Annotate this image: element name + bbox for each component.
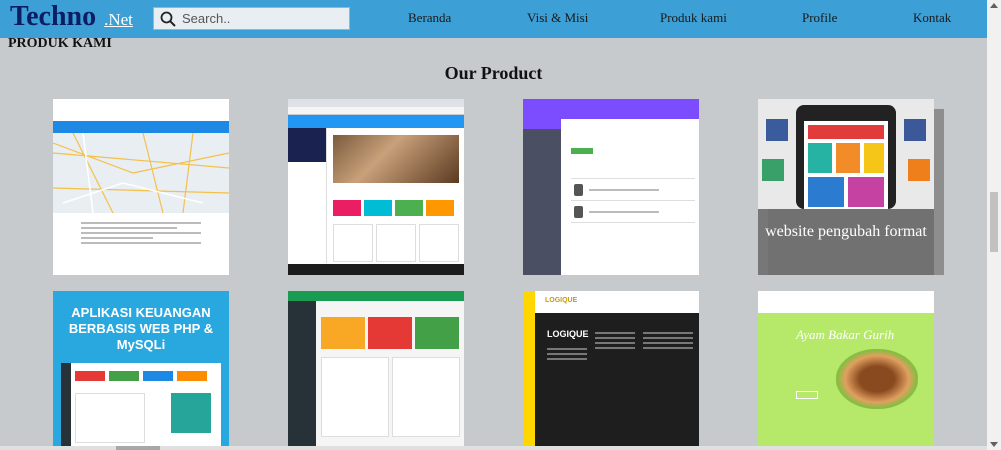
nav-visi-misi[interactable]: Visi & Misi bbox=[527, 10, 588, 26]
product-thumbnail: Ayam Bakar Gurih bbox=[758, 291, 934, 450]
product-card-logique[interactable]: LOGIQUE LOGIQUE bbox=[523, 291, 699, 450]
food-image bbox=[836, 349, 918, 409]
product-card-map[interactable] bbox=[53, 99, 229, 275]
scroll-up-icon[interactable] bbox=[990, 3, 998, 8]
product-card-dashboard[interactable] bbox=[288, 99, 464, 275]
search-icon[interactable] bbox=[154, 7, 182, 30]
product-thumbnail bbox=[288, 99, 464, 275]
brand-suffix[interactable]: .Net bbox=[104, 10, 133, 29]
scroll-down-icon[interactable] bbox=[990, 442, 998, 447]
map-image bbox=[53, 132, 229, 214]
banner-image bbox=[333, 135, 459, 183]
section-title: PRODUK KAMI bbox=[8, 36, 112, 51]
product-thumbnail: LOGIQUE LOGIQUE bbox=[523, 291, 699, 450]
search-box[interactable] bbox=[153, 7, 350, 30]
product-caption: website pengubah format bbox=[758, 209, 934, 275]
product-thumbnail: website pengubah format bbox=[758, 99, 934, 275]
product-card-admin[interactable] bbox=[523, 99, 699, 275]
nav-profile[interactable]: Profile bbox=[802, 10, 837, 26]
page-heading: Our Product bbox=[444, 63, 543, 83]
product-thumbnail bbox=[288, 291, 464, 450]
product-thumbnail: APLIKASI KEUANGAN BERBASIS WEB PHP & MyS… bbox=[53, 291, 229, 450]
nav-kontak[interactable]: Kontak bbox=[913, 10, 951, 26]
product-card-keuangan[interactable]: APLIKASI KEUANGAN BERBASIS WEB PHP & MyS… bbox=[53, 291, 229, 450]
brand-name: Techno bbox=[10, 1, 97, 32]
scroll-thumb[interactable] bbox=[990, 192, 998, 252]
nav-beranda[interactable]: Beranda bbox=[408, 10, 451, 26]
product-card-converter[interactable]: website pengubah format bbox=[758, 99, 944, 285]
search-input[interactable] bbox=[182, 11, 342, 26]
product-card-green-admin[interactable] bbox=[288, 291, 464, 450]
site-logo[interactable]: Techno .Net bbox=[10, 1, 133, 33]
product-card-ayam-bakar[interactable]: Ayam Bakar Gurih bbox=[758, 291, 934, 450]
hscroll-thumb[interactable] bbox=[116, 446, 160, 450]
product-caption: APLIKASI KEUANGAN BERBASIS WEB PHP & MyS… bbox=[68, 305, 214, 352]
product-logo-text: LOGIQUE bbox=[547, 329, 589, 339]
product-caption: LOGIQUE bbox=[545, 297, 578, 304]
product-thumbnail bbox=[523, 99, 699, 275]
top-navbar: Techno .Net Beranda Visi & Misi Produk ka… bbox=[0, 0, 987, 38]
product-caption: Ayam Bakar Gurih bbox=[796, 327, 895, 342]
product-thumbnail bbox=[53, 99, 229, 275]
horizontal-scrollbar[interactable] bbox=[0, 446, 987, 450]
nav-produk-kami[interactable]: Produk kami bbox=[660, 10, 727, 26]
vertical-scrollbar[interactable] bbox=[987, 0, 1001, 450]
